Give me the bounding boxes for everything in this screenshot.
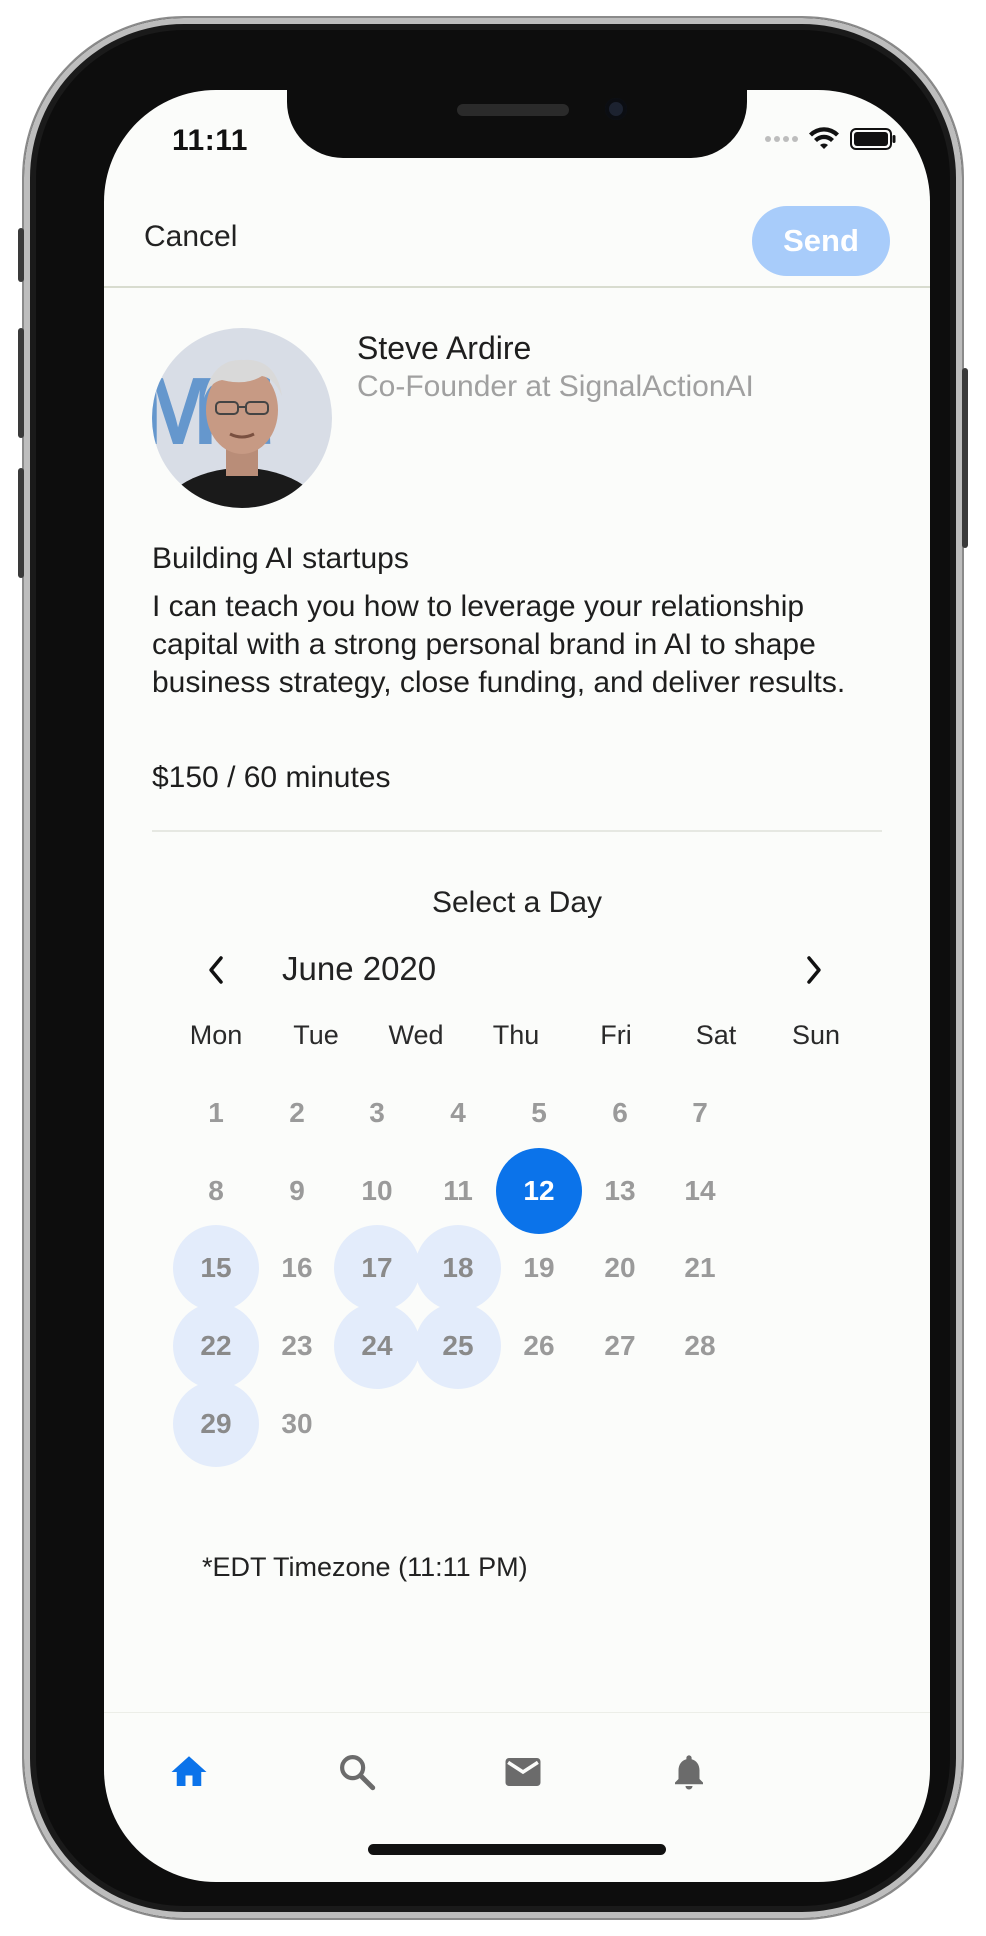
session-description: I can teach you how to leverage your rel… — [152, 590, 846, 699]
notch — [287, 90, 747, 158]
mail-icon[interactable] — [502, 1751, 544, 1793]
wifi-icon — [809, 127, 839, 149]
status-icons — [765, 126, 896, 152]
calendar-day-10[interactable]: 10 — [334, 1148, 420, 1234]
mentor-title: Co-Founder at SignalActionAI — [357, 370, 754, 403]
calendar-day-28[interactable]: 28 — [657, 1303, 743, 1389]
camera — [605, 98, 627, 120]
calendar-day-13[interactable]: 13 — [577, 1148, 663, 1234]
session-heading: Building AI startups — [152, 542, 409, 575]
weekday-label: Tue — [293, 1020, 339, 1050]
calendar-day-7[interactable]: 7 — [657, 1070, 743, 1156]
send-button[interactable]: Send — [752, 206, 890, 276]
divider — [152, 830, 882, 832]
month-label: June 2020 — [282, 950, 437, 987]
calendar-day-2[interactable]: 2 — [254, 1070, 340, 1156]
calendar-day-4[interactable]: 4 — [415, 1070, 501, 1156]
weekday-label: Mon — [189, 1020, 243, 1050]
avatar: Md — [152, 328, 332, 508]
calendar-day-25[interactable]: 25 — [415, 1303, 501, 1389]
calendar-day-15[interactable]: 15 — [173, 1225, 259, 1311]
calendar-title: Select a Day — [431, 886, 603, 919]
weekday-label: Thu — [492, 1020, 540, 1050]
next-month-chevron-icon[interactable] — [802, 954, 826, 986]
volume-down-button — [18, 468, 24, 578]
calendar-day-3[interactable]: 3 — [334, 1070, 420, 1156]
calendar-day-30[interactable]: 30 — [254, 1381, 340, 1467]
battery-icon — [850, 128, 896, 150]
power-button — [962, 368, 968, 548]
calendar-day-18[interactable]: 18 — [415, 1225, 501, 1311]
home-icon[interactable] — [168, 1751, 210, 1793]
calendar-day-17[interactable]: 17 — [334, 1225, 420, 1311]
calendar-day-23[interactable]: 23 — [254, 1303, 340, 1389]
mentor-name: Steve Ardire — [357, 330, 532, 366]
search-icon[interactable] — [336, 1751, 378, 1793]
phone-frame: 11:11 Cancel Send Md — [18, 18, 968, 1918]
cancel-button[interactable]: Cancel — [144, 220, 237, 254]
calendar-day-6[interactable]: 6 — [577, 1070, 663, 1156]
weekday-label: Wed — [388, 1020, 444, 1050]
calendar-day-22[interactable]: 22 — [173, 1303, 259, 1389]
calendar-day-8[interactable]: 8 — [173, 1148, 259, 1234]
status-time: 11:11 — [172, 124, 248, 157]
calendar-day-1[interactable]: 1 — [173, 1070, 259, 1156]
calendar-day-29[interactable]: 29 — [173, 1381, 259, 1467]
calendar-day-14[interactable]: 14 — [657, 1148, 743, 1234]
calendar-day-16[interactable]: 16 — [254, 1225, 340, 1311]
home-indicator — [368, 1844, 666, 1855]
session-price: $150 / 60 minutes — [152, 761, 391, 794]
calendar-day-11[interactable]: 11 — [415, 1148, 501, 1234]
mute-switch — [18, 228, 24, 282]
calendar-day-5[interactable]: 5 — [496, 1070, 582, 1156]
prev-month-chevron-icon[interactable] — [204, 954, 228, 986]
bell-icon[interactable] — [668, 1751, 710, 1793]
calendar-day-20[interactable]: 20 — [577, 1225, 663, 1311]
timezone-note: *EDT Timezone (11:11 PM) — [202, 1552, 528, 1582]
weekday-label: Fri — [600, 1020, 632, 1050]
compose-header: Cancel Send — [104, 180, 930, 288]
speaker — [457, 104, 569, 116]
volume-up-button — [18, 328, 24, 438]
calendar-day-27[interactable]: 27 — [577, 1303, 663, 1389]
signal-icon — [765, 136, 798, 142]
calendar-day-19[interactable]: 19 — [496, 1225, 582, 1311]
calendar-day-21[interactable]: 21 — [657, 1225, 743, 1311]
screen: 11:11 Cancel Send Md — [104, 90, 930, 1882]
weekday-label: Sat — [695, 1020, 737, 1050]
calendar-day-24[interactable]: 24 — [334, 1303, 420, 1389]
calendar-day-12[interactable]: 12 — [496, 1148, 582, 1234]
calendar-day-9[interactable]: 9 — [254, 1148, 340, 1234]
tab-bar — [104, 1712, 930, 1823]
calendar-day-26[interactable]: 26 — [496, 1303, 582, 1389]
weekday-label: Sun — [791, 1020, 841, 1050]
